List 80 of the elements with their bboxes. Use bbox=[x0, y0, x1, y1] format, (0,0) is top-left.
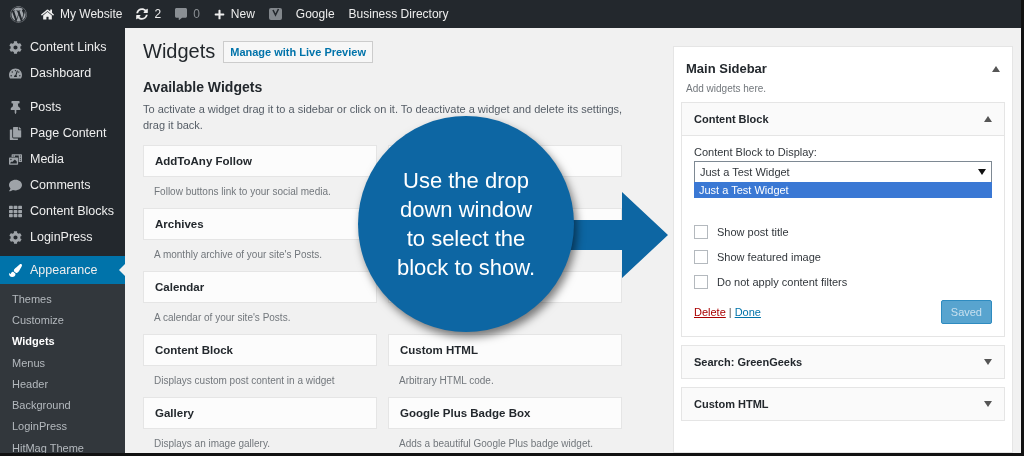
menu-item[interactable]: Media bbox=[0, 146, 125, 172]
refresh-icon bbox=[136, 8, 149, 20]
widget-header[interactable]: Custom HTML bbox=[682, 388, 1004, 420]
admin-bar-item[interactable]: Google bbox=[295, 7, 335, 21]
menu-item[interactable]: LoginPress bbox=[0, 224, 125, 250]
select-label: Content Block to Display: bbox=[694, 146, 818, 158]
brush-icon bbox=[9, 263, 22, 277]
page-title: Widgets bbox=[143, 40, 216, 63]
submenu-item[interactable]: Widgets bbox=[0, 330, 125, 352]
menu-item[interactable]: Page Content bbox=[0, 120, 125, 146]
section-heading: Available Widgets bbox=[143, 79, 264, 95]
submenu-item[interactable]: HitMag Theme bbox=[0, 437, 125, 453]
widget-title: Custom HTML bbox=[694, 398, 769, 410]
checkbox-label: Show post title bbox=[717, 225, 789, 238]
widget-card[interactable]: Content Block bbox=[143, 334, 377, 366]
menu-item[interactable]: Content Blocks bbox=[0, 198, 125, 224]
checkbox[interactable] bbox=[694, 249, 708, 264]
submenu-item[interactable]: Themes bbox=[0, 288, 125, 310]
admin-bar-item[interactable]: My Website bbox=[41, 7, 123, 21]
menu-item[interactable]: Content Links bbox=[0, 34, 125, 60]
admin-bar-item[interactable]: Business Directory bbox=[348, 7, 449, 21]
gear-icon bbox=[9, 230, 22, 244]
collapse-arrow-icon[interactable] bbox=[992, 65, 1000, 72]
menu-item[interactable]: Dashboard bbox=[0, 60, 125, 86]
submenu-item[interactable]: Customize bbox=[0, 309, 125, 331]
sidebar-description: Add widgets here. bbox=[685, 82, 768, 96]
gauge-icon bbox=[9, 66, 22, 80]
checkbox-label: Do not apply content filters bbox=[717, 275, 848, 288]
current-page-pointer-icon bbox=[119, 264, 125, 276]
admin-bar-item[interactable]: New bbox=[213, 7, 255, 21]
instructions-text: To activate a widget drag it to a sidebar or click on it. To deactivate a widget and delete its settings, drag it back. bbox=[143, 102, 623, 133]
widget-card[interactable]: Calendar bbox=[143, 271, 377, 303]
live-preview-button[interactable]: Manage with Live Preview bbox=[223, 40, 373, 63]
expand-arrow-icon[interactable] bbox=[984, 359, 992, 365]
plus-icon bbox=[213, 8, 225, 20]
submenu-item[interactable]: Menus bbox=[0, 351, 125, 374]
done-link[interactable]: Done bbox=[734, 306, 761, 318]
home-icon bbox=[41, 7, 54, 21]
widget-title: Search: GreenGeeks bbox=[694, 356, 803, 368]
widget-description: A monthly archive of your site's Posts. bbox=[153, 248, 324, 260]
dropdown-arrow-icon bbox=[978, 169, 986, 175]
widget-title: Content Block bbox=[694, 113, 769, 125]
checkbox[interactable] bbox=[694, 274, 708, 289]
menu-item[interactable]: Comments bbox=[0, 172, 125, 198]
widget-card[interactable]: AddToAny Follow bbox=[143, 145, 377, 177]
wordpress-logo-icon[interactable] bbox=[10, 5, 27, 23]
link-separator: | bbox=[728, 306, 732, 318]
menu-item[interactable]: Appearance bbox=[0, 256, 125, 284]
tooltip-text: Use the drop down window to select the block to show. bbox=[395, 167, 537, 282]
checkbox[interactable] bbox=[694, 224, 708, 239]
delete-link[interactable]: Delete bbox=[694, 306, 726, 318]
pages-icon bbox=[9, 126, 22, 140]
gear-icon bbox=[9, 40, 22, 54]
widget-card[interactable]: Gallery bbox=[143, 397, 377, 429]
checkbox-label: Show featured image bbox=[717, 250, 821, 263]
widget-card[interactable]: Google Plus Badge Box bbox=[388, 397, 622, 429]
expand-arrow-icon[interactable] bbox=[984, 401, 992, 407]
admin-bar-item[interactable]: 2 bbox=[136, 7, 162, 21]
widget-description: A calendar of your site's Posts. bbox=[153, 311, 292, 323]
grid-icon bbox=[9, 204, 22, 218]
collapse-arrow-icon[interactable] bbox=[984, 116, 992, 122]
widget-description: Arbitrary HTML code. bbox=[398, 374, 495, 386]
comment-icon bbox=[9, 178, 22, 192]
submenu-item[interactable]: Background bbox=[0, 394, 125, 416]
submenu-item[interactable]: LoginPress bbox=[0, 415, 125, 438]
widget-header[interactable]: Search: GreenGeeks bbox=[682, 346, 1004, 378]
menu-item[interactable]: Posts bbox=[0, 94, 125, 120]
sidebar-title: Main Sidebar bbox=[686, 61, 767, 76]
comment-icon bbox=[175, 8, 188, 20]
pin-icon bbox=[9, 100, 22, 114]
dropdown-option[interactable]: Just a Test Widget bbox=[694, 182, 992, 198]
widget-description: Adds a beautiful Google Plus badge widget. bbox=[398, 437, 595, 449]
widget-description: Displays custom post content in a widget bbox=[153, 374, 336, 386]
widget-header[interactable]: Content Block bbox=[682, 103, 1004, 136]
widget-description: Follow buttons link to your social media. bbox=[153, 185, 332, 197]
submenu-item[interactable]: Header bbox=[0, 373, 125, 395]
widget-card[interactable]: Custom HTML bbox=[388, 334, 622, 366]
admin-bar-item[interactable]: 0 bbox=[175, 7, 200, 21]
media-icon bbox=[9, 152, 22, 166]
widget-description: Displays an image gallery. bbox=[153, 437, 271, 449]
